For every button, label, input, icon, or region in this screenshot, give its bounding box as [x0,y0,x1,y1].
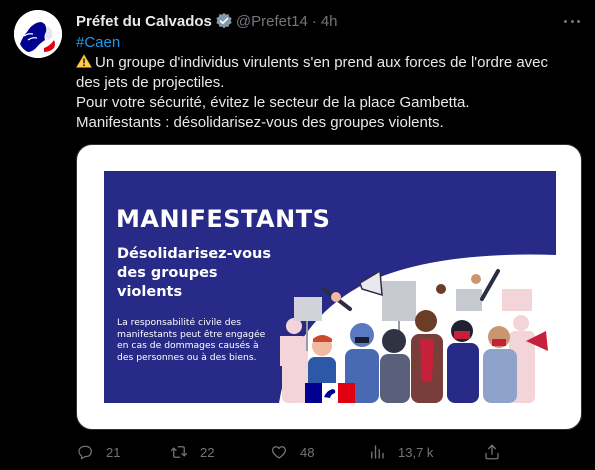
verified-badge-icon[interactable] [215,12,233,30]
author-name[interactable]: Préfet du Calvados [76,13,212,30]
retweet-count: 22 [200,444,215,460]
tweet-text: #Caen Un groupe d'individus virulents s'… [76,33,576,133]
share-icon [485,444,499,460]
tweet-line-1: Un groupe d'individus virulents s'en pre… [76,53,576,93]
hashtag-link[interactable]: #Caen [76,33,576,53]
more-dot [577,19,580,23]
like-button[interactable]: 48 [270,441,314,463]
poster-note: La responsabilité civile des manifestant… [117,317,266,363]
separator-dot: · [311,12,317,30]
author-handle[interactable]: @Prefet14 [236,13,308,30]
tweet-line-2: Pour votre sécurité, évitez le secteur d… [76,94,470,111]
poster-subtitle: Désolidarisez-vous des groupes violents [117,246,271,300]
poster-title: MANIFESTANTS [116,205,331,233]
reply-icon [78,445,92,460]
views-button[interactable]: 13,7 k [368,441,433,463]
action-bar: 21 22 48 13,7 k [76,441,586,463]
more-dot [564,19,567,23]
tweet-line-3: Manifestants : désolidarisez-vous des gr… [76,114,444,131]
views-icon [371,445,384,459]
republique-francaise-logo-icon [305,383,355,403]
avatar[interactable] [14,10,62,58]
poster: MANIFESTANTS Désolidarisez-vous des grou… [104,171,556,403]
more-dot [570,19,574,23]
media-image[interactable]: MANIFESTANTS Désolidarisez-vous des grou… [76,144,582,430]
tweet-time[interactable]: 4h [321,13,338,30]
views-count: 13,7 k [398,444,434,460]
warning-icon [76,54,92,68]
like-count: 48 [300,444,315,460]
reply-button[interactable]: 21 [76,441,120,463]
retweet-button[interactable]: 22 [170,441,214,463]
marianne-logo-icon [14,10,62,58]
retweet-icon [170,446,188,458]
more-icon[interactable] [562,13,582,29]
reply-count: 21 [106,444,121,460]
like-icon [272,446,286,459]
tweet-header: Préfet du Calvados @Prefet14 · 4h [76,10,338,32]
tweet-line-1-text: Un groupe d'individus virulents s'en pre… [76,54,549,91]
share-button[interactable] [483,441,513,463]
